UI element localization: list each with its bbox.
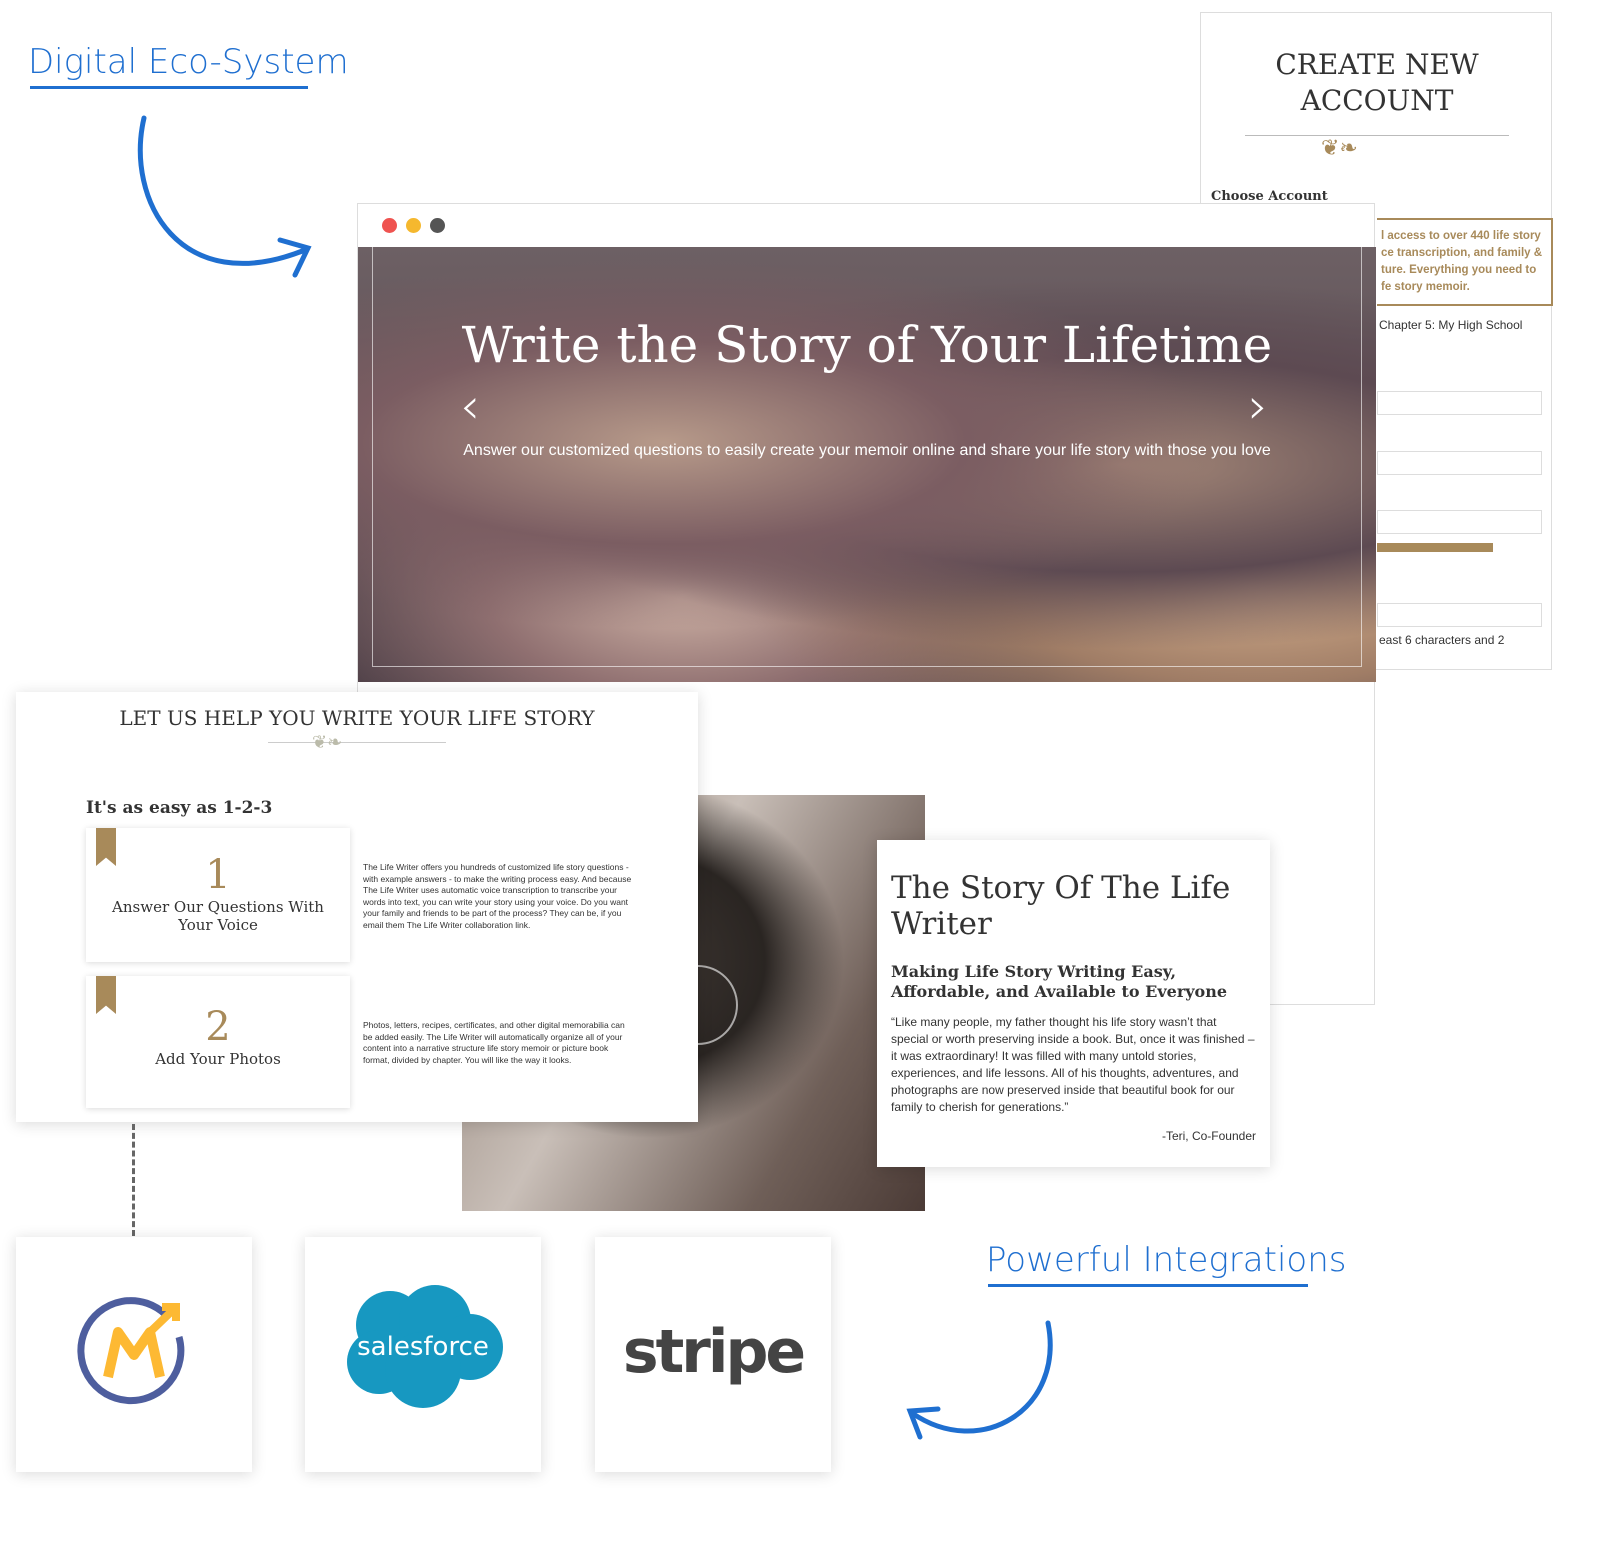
input-field[interactable] bbox=[1377, 510, 1542, 534]
curved-arrow-icon bbox=[906, 1320, 1053, 1440]
input-field[interactable] bbox=[1377, 391, 1542, 415]
step-description: Photos, letters, recipes, certificates, … bbox=[363, 1020, 625, 1065]
salesforce-logo: salesforce bbox=[305, 1237, 541, 1472]
plan-option[interactable]: l access to over 440 life story ce trans… bbox=[1377, 218, 1553, 306]
ecosystem-heading: Digital Eco-System bbox=[28, 42, 349, 82]
divider bbox=[1245, 135, 1509, 136]
ornament-icon: ❦❧ bbox=[1321, 135, 1358, 160]
mautic-logo bbox=[16, 1237, 252, 1472]
story-card: The Story Of The Life Writer Making Life… bbox=[877, 840, 1270, 1167]
story-author: -Teri, Co-Founder bbox=[1161, 1129, 1256, 1143]
step-label: Add Your Photos bbox=[155, 1050, 281, 1068]
story-subtitle: Making Life Story Writing Easy, Affordab… bbox=[891, 962, 1228, 1001]
close-dot-icon[interactable] bbox=[382, 218, 397, 233]
chevron-right-icon[interactable]: › bbox=[1248, 377, 1268, 435]
curved-arrow-icon bbox=[137, 115, 312, 278]
step-number: 1 bbox=[205, 852, 231, 898]
hero-subtitle: Answer our customized questions to easil… bbox=[463, 442, 1271, 459]
hero-title: Write the Story of Your Lifetime bbox=[461, 316, 1273, 374]
ornament-icon: ❦❧ bbox=[312, 732, 343, 752]
mautic-icon bbox=[77, 1297, 185, 1405]
password-hint: east 6 characters and 2 bbox=[1379, 633, 1505, 647]
stripe-wordmark: stripe bbox=[622, 1317, 806, 1387]
step-card: 2 Add Your Photos bbox=[86, 976, 350, 1108]
stripe-logo: stripe bbox=[595, 1237, 831, 1472]
strength-bar bbox=[1377, 543, 1493, 552]
password-field[interactable] bbox=[1377, 603, 1542, 627]
divider bbox=[30, 86, 308, 89]
account-title: CREATE NEW ACCOUNT bbox=[1275, 48, 1479, 117]
help-panel: LET US HELP YOU WRITE YOUR LIFE STORY ❦❧… bbox=[16, 692, 698, 1122]
chevron-left-icon[interactable]: ‹ bbox=[460, 377, 480, 435]
divider bbox=[268, 742, 446, 743]
story-title: The Story Of The Life Writer bbox=[891, 870, 1231, 942]
step-description: The Life Writer offers you hundreds of c… bbox=[363, 862, 632, 930]
connector-line bbox=[132, 1124, 135, 1236]
help-subtitle: It's as easy as 1-2-3 bbox=[86, 798, 273, 818]
story-quote: “Like many people, my father thought his… bbox=[891, 1015, 1255, 1114]
play-icon[interactable] bbox=[698, 965, 738, 1045]
chapter-label: Chapter 5: My High School bbox=[1379, 318, 1523, 332]
maximize-dot-icon[interactable] bbox=[430, 218, 445, 233]
step-number: 2 bbox=[205, 1004, 231, 1050]
step-label: Answer Our Questions With Your Voice bbox=[112, 898, 324, 934]
input-field[interactable] bbox=[1377, 451, 1542, 475]
step-card: 1 Answer Our Questions With Your Voice bbox=[86, 828, 350, 962]
divider bbox=[988, 1284, 1308, 1287]
hero-banner: Write the Story of Your Lifetime Answer … bbox=[358, 247, 1376, 682]
minimize-dot-icon[interactable] bbox=[406, 218, 421, 233]
integrations-heading: Powerful Integrations bbox=[986, 1240, 1347, 1280]
salesforce-wordmark: salesforce bbox=[357, 1332, 489, 1362]
help-title: LET US HELP YOU WRITE YOUR LIFE STORY bbox=[119, 706, 595, 730]
choose-account-label: Choose Account bbox=[1211, 189, 1328, 204]
